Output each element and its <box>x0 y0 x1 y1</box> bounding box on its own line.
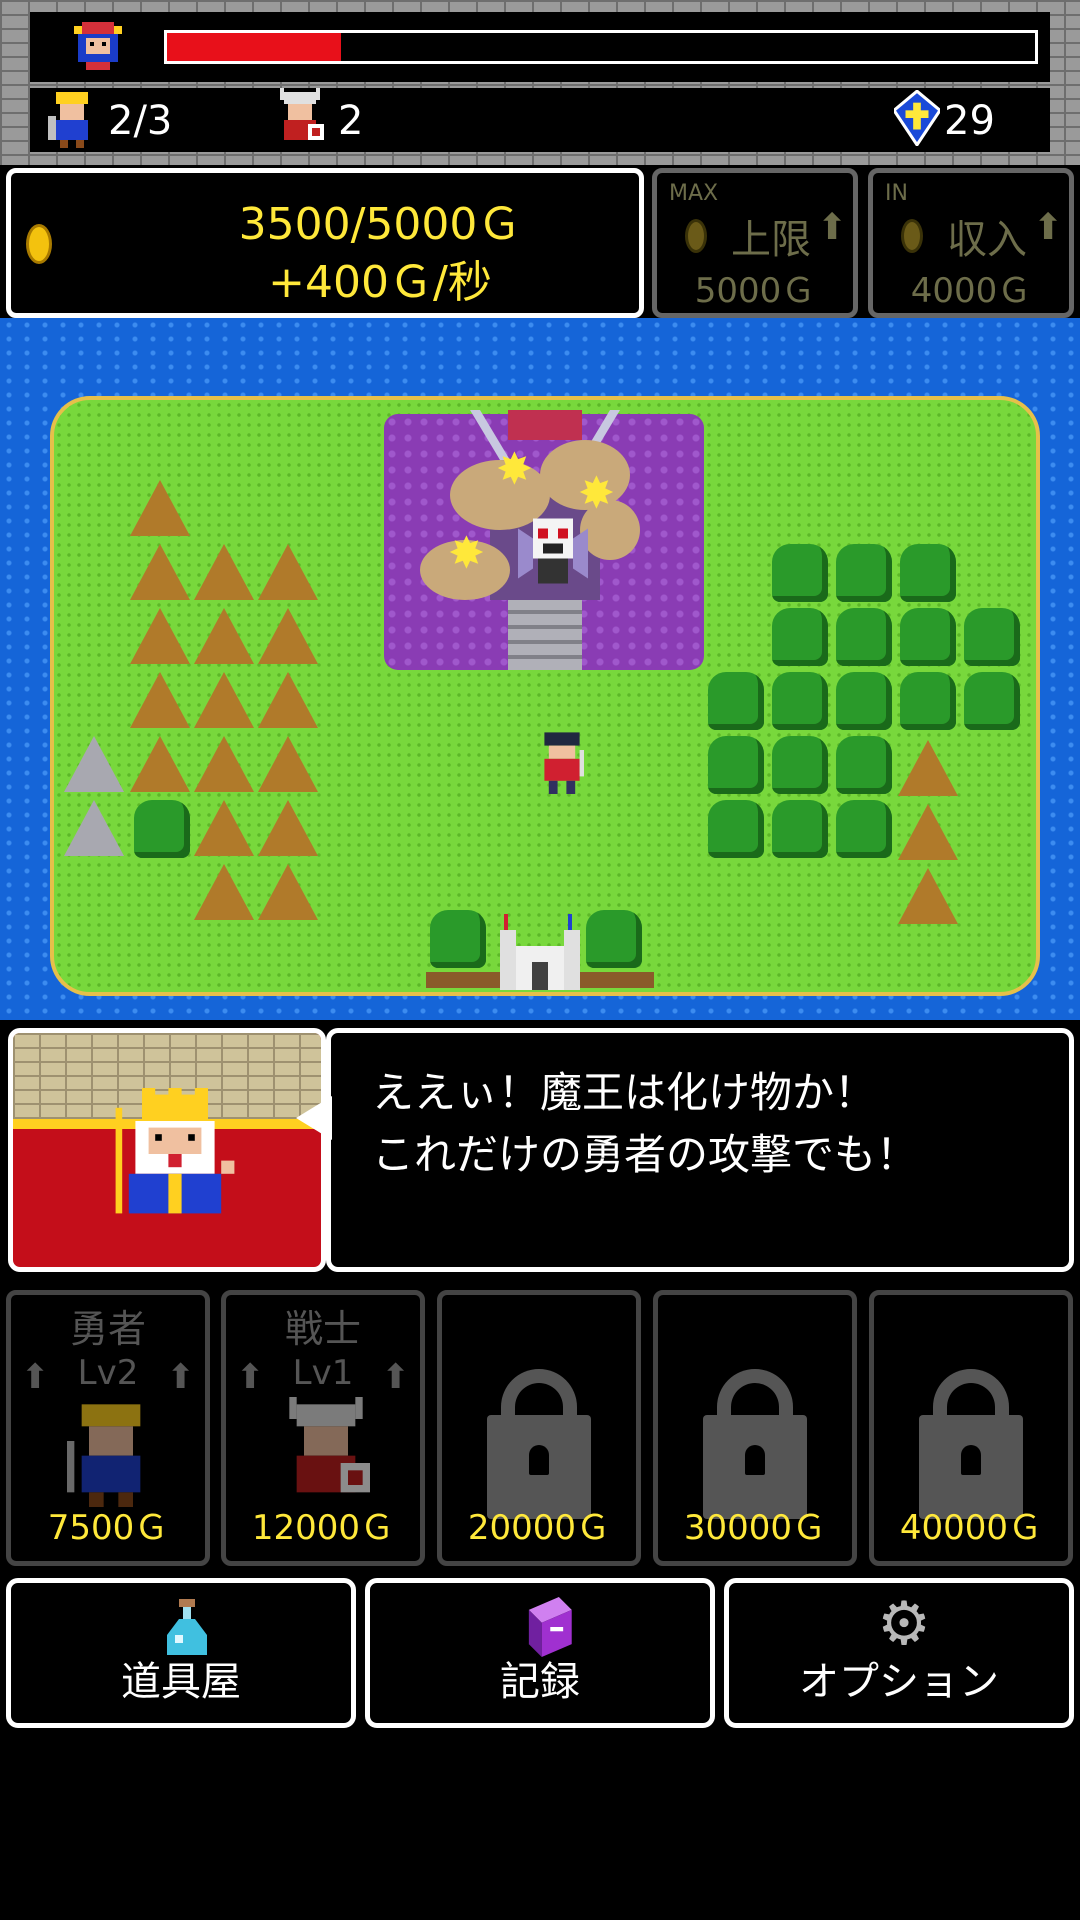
unit-name: 戦士 <box>284 1307 361 1351</box>
book-icon <box>528 1597 572 1657</box>
soldier-icon <box>272 88 328 148</box>
demon-lord-boss[interactable] <box>518 508 588 584</box>
hero-icon <box>44 88 100 148</box>
hero-portrait-icon <box>67 1404 141 1507</box>
unit-price: 7500Ｇ <box>47 1508 169 1548</box>
hero-sprite[interactable] <box>530 728 594 794</box>
upgrade-income-coin-icon <box>901 219 923 253</box>
mountain <box>898 740 958 796</box>
dialog-text: ええぃ！魔王は化け物か！ これだけの勇者の攻撃でも！ <box>372 1068 919 1179</box>
forest-tree <box>134 800 190 858</box>
level-up-arrow-icon: ⬆ <box>21 1357 50 1397</box>
level-up-arrow-icon: ⬆ <box>236 1357 265 1397</box>
unit-price: 20000Ｇ <box>467 1508 611 1548</box>
item-shop-label: 道具屋 <box>121 1659 241 1705</box>
mountain <box>898 868 958 924</box>
explosion-spark-icon: ✸ <box>448 528 485 579</box>
unit-name: 勇者 <box>69 1307 146 1351</box>
boss-hp-bar <box>164 30 1038 64</box>
boss-hp-fill <box>167 33 341 61</box>
mountain <box>898 804 958 860</box>
grey-mountain <box>64 736 124 792</box>
hero-count: 2/3 <box>108 98 173 144</box>
options-button[interactable]: ⚙ オプション <box>724 1578 1074 1728</box>
level-up-arrow-icon: ⬆ <box>166 1357 196 1397</box>
king-icon <box>115 1088 235 1214</box>
unit-price: 12000Ｇ <box>251 1508 395 1548</box>
records-button[interactable]: 記録 <box>365 1578 715 1728</box>
grey-mountain <box>64 800 124 856</box>
upgrade-income-price: 4000Ｇ <box>910 271 1032 311</box>
upgrade-max-tag: MAX <box>669 181 719 206</box>
unit-card-locked[interactable]: 20000Ｇ <box>437 1290 641 1566</box>
upgrade-max-arrow-icon: ⬆ <box>817 207 848 248</box>
unit-card-hero[interactable]: 勇者 Lv2 ⬆ ⬆ 7500Ｇ <box>6 1290 210 1566</box>
unit-card-locked[interactable]: 30000Ｇ <box>653 1290 857 1566</box>
speech-bubble-tail <box>296 1096 332 1140</box>
demon-lord-icon <box>70 18 126 74</box>
upgrade-income-tag: IN <box>885 181 908 206</box>
upgrade-income-arrow-icon: ⬆ <box>1033 207 1064 248</box>
crystal-icon <box>891 89 943 148</box>
upgrade-income-button[interactable]: IN 収入 ⬆ 4000Ｇ <box>868 168 1074 318</box>
options-label: オプション <box>799 1659 999 1705</box>
unit-price: 30000Ｇ <box>683 1508 827 1548</box>
king-portrait <box>8 1028 326 1272</box>
upgrade-max-price: 5000Ｇ <box>694 271 816 311</box>
item-shop-button[interactable]: 道具屋 <box>6 1578 356 1728</box>
upgrade-max-button[interactable]: MAX 上限 ⬆ 5000Ｇ <box>652 168 858 318</box>
soldier-count: 2 <box>338 98 364 144</box>
forest-right <box>706 540 1026 870</box>
kings-castle[interactable] <box>426 910 654 990</box>
crystal-count: 29 <box>944 98 995 144</box>
explosion-spark-icon: ✸ <box>578 468 615 519</box>
warrior-portrait-icon <box>289 1397 370 1493</box>
upgrade-income-label: 収入 <box>947 217 1027 263</box>
mountain-range-left <box>128 478 328 928</box>
upgrade-max-coin-icon <box>685 219 707 253</box>
unit-price: 40000Ｇ <box>899 1508 1043 1548</box>
unit-card-locked[interactable]: 40000Ｇ <box>869 1290 1073 1566</box>
explosion-spark-icon: ✸ <box>496 444 533 495</box>
gold-income-rate: +400Ｇ/秒 <box>268 257 492 308</box>
unit-card-warrior[interactable]: 戦士 Lv1 ⬆ ⬆ 12000Ｇ <box>221 1290 425 1566</box>
level-up-arrow-icon: ⬆ <box>381 1357 411 1397</box>
records-label: 記録 <box>500 1659 580 1705</box>
gold-amount: 3500/5000Ｇ <box>238 199 522 250</box>
gold-coin-icon <box>26 224 52 264</box>
upgrade-max-label: 上限 <box>731 217 811 263</box>
